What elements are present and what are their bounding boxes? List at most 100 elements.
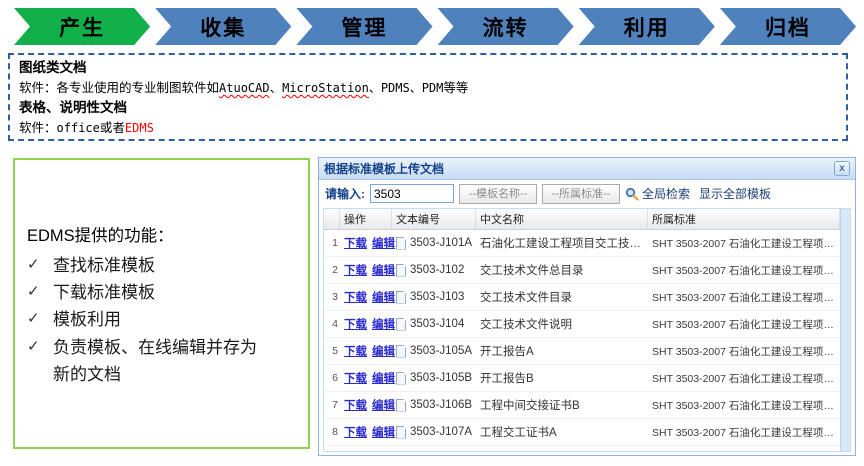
row-number: 4 (324, 318, 340, 330)
note-line-table-docs: 表格、说明性文档 (19, 98, 837, 119)
software-name-microstation: MicroStation (282, 81, 369, 95)
doc-name-cell: 石油化工建设工程项目交工技术文件封面A (476, 235, 648, 251)
document-icon (396, 318, 406, 331)
flow-step: 产生 (14, 8, 150, 45)
flow-step-label: 归档 (765, 12, 811, 42)
feature-item: ✓ 负责模板、在线编辑并存为新的文档 (27, 334, 298, 388)
global-search-button[interactable]: 全局检索 (625, 185, 690, 202)
header-standard[interactable]: 所属标准 (648, 209, 840, 229)
header-actions[interactable]: 操作 (340, 209, 392, 229)
download-link[interactable]: 下载 (344, 235, 367, 251)
doc-standard-cell: SHT 3503-2007 石油化工建设工程项目交工… (648, 263, 840, 278)
doc-standard-cell: SHT 3503-2007 石油化工建设工程项目交工… (648, 344, 840, 359)
doc-name-cell: 工程交工证书A (476, 424, 648, 440)
note-line-drawing-software: 软件：各专业使用的专业制图软件如AtuoCAD、MicroStation、PDM… (19, 79, 837, 98)
doc-name-cell: 交工技术文件说明 (476, 316, 648, 332)
row-number: 8 (324, 426, 340, 438)
download-link[interactable]: 下载 (344, 343, 367, 359)
flow-step: 利用 (579, 8, 715, 45)
table-row: 2 下载 编辑 3503-J102 交工技术文件总目录 SHT 3503-200… (324, 257, 840, 284)
doc-name-cell: 交工技术文件目录 (476, 289, 648, 305)
table-row: 1 下载 编辑 3503-J101A 石油化工建设工程项目交工技术文件封面A S… (324, 230, 840, 257)
table-row: 7 下载 编辑 3503-J106B 工程中间交接证书B SHT 3503-20… (324, 392, 840, 419)
document-icon (396, 372, 406, 385)
software-name-office: office (57, 121, 100, 135)
process-flow: 产生 收集 管理 流转 利用 归档 (14, 8, 856, 45)
doc-code-cell: 3503-J105A (392, 345, 476, 358)
download-link[interactable]: 下载 (344, 370, 367, 386)
doc-code-cell: 3503-J102 (392, 264, 476, 277)
row-actions: 下载 编辑 (340, 316, 392, 332)
templates-grid: 操作 文本编号 中文名称 所属标准 1 下载 编辑 3503-J1 (324, 209, 840, 451)
row-number: 6 (324, 372, 340, 384)
doc-code-cell: 3503-J105B (392, 372, 476, 385)
doc-code-cell: 3503-J104 (392, 318, 476, 331)
vertical-scrollbar[interactable] (840, 209, 850, 451)
row-actions: 下载 编辑 (340, 397, 392, 413)
download-link[interactable]: 下载 (344, 316, 367, 332)
flow-step: 归档 (720, 8, 856, 45)
feature-item-label: 模板利用 (53, 306, 271, 333)
flow-step-label: 利用 (624, 12, 670, 42)
document-icon (396, 291, 406, 304)
download-link[interactable]: 下载 (344, 262, 367, 278)
feature-item-label: 下载标准模板 (53, 279, 271, 306)
doc-standard-cell: SHT 3503-2007 石油化工建设工程项目交工… (648, 398, 840, 413)
doc-standard-cell: SHT 3503-2007 石油化工建设工程项目交工… (648, 317, 840, 332)
show-all-templates-button[interactable]: 显示全部模板 (699, 185, 771, 202)
download-link[interactable]: 下载 (344, 289, 367, 305)
doc-code: 3503-J105A (410, 345, 472, 357)
doc-code: 3503-J106B (410, 399, 472, 411)
doc-name-cell: 开工报告B (476, 370, 648, 386)
row-actions: 下载 编辑 (340, 262, 392, 278)
grid-container: 操作 文本编号 中文名称 所属标准 1 下载 编辑 3503-J1 (323, 208, 851, 452)
grid-header: 操作 文本编号 中文名称 所属标准 (324, 209, 840, 230)
checkmark-icon: ✓ (27, 306, 53, 333)
doc-code: 3503-J107A (410, 426, 472, 438)
document-icon (396, 426, 406, 439)
row-actions: 下载 编辑 (340, 424, 392, 440)
search-input-label: 请输入: (325, 185, 365, 202)
slide-canvas: 产生 收集 管理 流转 利用 归档 图纸类文档 软件：各专业使用的专业 (0, 0, 864, 466)
doc-code-cell: 3503-J106B (392, 399, 476, 412)
doc-name-cell: 交工技术文件总目录 (476, 262, 648, 278)
document-icon (396, 237, 406, 250)
standard-dropdown[interactable]: --所属标准-- (542, 184, 620, 204)
doc-standard-cell: SHT 3503-2007 石油化工建设工程项目交工… (648, 236, 840, 251)
doc-code: 3503-J105B (410, 372, 472, 384)
download-link[interactable]: 下载 (344, 397, 367, 413)
table-row: 8 下载 编辑 3503-J107A 工程交工证书A SHT 3503-2007… (324, 419, 840, 446)
download-link[interactable]: 下载 (344, 424, 367, 440)
global-search-label: 全局检索 (642, 185, 690, 202)
flow-step-label: 管理 (341, 12, 387, 42)
row-number: 7 (324, 399, 340, 411)
header-doc-name[interactable]: 中文名称 (476, 209, 648, 229)
doc-code-cell: 3503-J101A (392, 237, 476, 250)
doc-code-cell: 3503-J107A (392, 426, 476, 439)
upload-template-window: 根据标准模板上传文档 x 请输入: --模板名称-- --所属标准-- 全局检索… (318, 157, 856, 456)
checkmark-icon: ✓ (27, 252, 53, 279)
doc-code: 3503-J103 (410, 291, 464, 303)
checkmark-icon: ✓ (27, 279, 53, 306)
checkmark-icon: ✓ (27, 334, 53, 388)
doc-code: 3503-J104 (410, 318, 464, 330)
search-input[interactable] (370, 184, 454, 203)
feature-item-label: 负责模板、在线编辑并存为新的文档 (53, 334, 271, 388)
template-name-dropdown[interactable]: --模板名称-- (459, 184, 537, 204)
header-doc-code[interactable]: 文本编号 (392, 209, 476, 229)
close-button[interactable]: x (834, 161, 850, 176)
feature-item: ✓ 下载标准模板 (27, 279, 298, 306)
flow-step-label: 产生 (59, 12, 105, 42)
header-rownum (324, 209, 340, 229)
doc-code: 3503-J102 (410, 264, 464, 276)
software-name-autocad: AtuoCAD (219, 81, 270, 95)
row-actions: 下载 编辑 (340, 370, 392, 386)
doc-code-cell: 3503-J103 (392, 291, 476, 304)
row-number: 2 (324, 264, 340, 276)
software-name-edms: EDMS (125, 121, 154, 135)
flow-step: 收集 (155, 8, 291, 45)
row-number: 5 (324, 345, 340, 357)
row-number: 1 (324, 237, 340, 249)
table-row: 3 下载 编辑 3503-J103 交工技术文件目录 SHT 3503-2007… (324, 284, 840, 311)
table-row: 6 下载 编辑 3503-J105B 开工报告B SHT 3503-2007 石… (324, 365, 840, 392)
